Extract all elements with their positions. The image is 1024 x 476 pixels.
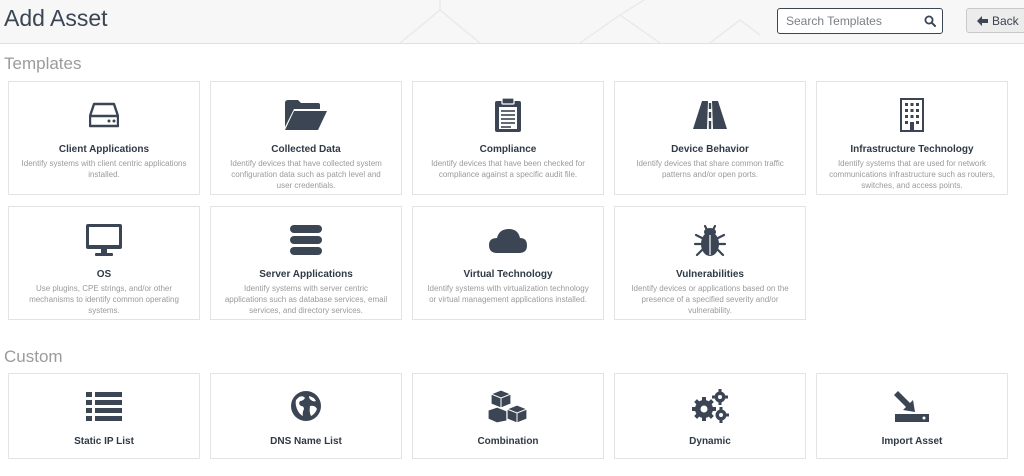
- clipboard-icon: [413, 97, 603, 132]
- card-title: DNS Name List: [270, 436, 342, 447]
- card-title: Virtual Technology: [463, 269, 553, 280]
- card-title: Server Applications: [259, 269, 353, 280]
- card-title: Vulnerabilities: [676, 269, 744, 280]
- card-description: Identify systems that are used for netwo…: [829, 159, 995, 190]
- template-card-compliance[interactable]: Compliance Identify devices that have be…: [412, 81, 604, 195]
- road-icon: [615, 98, 805, 132]
- monitor-icon: [9, 223, 199, 257]
- custom-card-dynamic[interactable]: Dynamic: [614, 373, 806, 459]
- custom-card-import-asset[interactable]: Import Asset: [816, 373, 1008, 459]
- card-description: Identify devices that have been checked …: [431, 159, 585, 179]
- template-card-os[interactable]: OS Use plugins, CPE strings, and/or othe…: [8, 206, 200, 320]
- template-card-server-applications[interactable]: Server Applications Identify systems wit…: [210, 206, 402, 320]
- back-button-label: Back: [992, 13, 1019, 28]
- card-title: Static IP List: [74, 436, 134, 447]
- building-icon: [817, 98, 1007, 132]
- template-card-client-applications[interactable]: Client Applications Identify systems wit…: [8, 81, 200, 195]
- card-description: Identify systems with virtualization tec…: [427, 284, 589, 304]
- card-description: Identify systems with server centric app…: [224, 284, 388, 315]
- card-title: OS: [96, 269, 112, 280]
- arrow-left-icon: [977, 15, 988, 26]
- cubes-icon: [413, 389, 603, 423]
- card-title: Client Applications: [58, 144, 150, 155]
- custom-section-title: Custom: [4, 347, 63, 366]
- custom-card-static-ip-list[interactable]: Static IP List: [8, 373, 200, 459]
- template-card-virtual-technology[interactable]: Virtual Technology Identify systems with…: [412, 206, 604, 320]
- card-title: Combination: [477, 436, 539, 447]
- card-description: Identify devices or applications based o…: [631, 284, 789, 315]
- card-title: Infrastructure Technology: [850, 144, 974, 155]
- cloud-icon: [413, 223, 603, 257]
- page-header: Add Asset Back: [0, 0, 1024, 44]
- card-title: Import Asset: [881, 436, 943, 447]
- server-icon: [211, 223, 401, 257]
- card-title: Device Behavior: [671, 144, 749, 155]
- card-title: Dynamic: [689, 436, 731, 447]
- template-card-device-behavior[interactable]: Device Behavior Identify devices that sh…: [614, 81, 806, 195]
- templates-section-title: Templates: [4, 54, 82, 73]
- globe-icon: [211, 389, 401, 423]
- folder-open-icon: [211, 98, 401, 132]
- back-button[interactable]: Back: [966, 8, 1024, 33]
- card-description: Identify devices that have collected sys…: [230, 159, 382, 190]
- search-icon[interactable]: [924, 15, 936, 27]
- list-icon: [9, 389, 199, 423]
- hdd-icon: [9, 98, 199, 132]
- search-input[interactable]: [786, 14, 916, 28]
- custom-card-combination[interactable]: Combination: [412, 373, 604, 459]
- page-title: Add Asset: [4, 5, 108, 31]
- custom-card-dns-name-list[interactable]: DNS Name List: [210, 373, 402, 459]
- template-card-collected-data[interactable]: Collected Data Identify devices that hav…: [210, 81, 402, 195]
- bug-icon: [615, 223, 805, 257]
- card-title: Collected Data: [271, 144, 341, 155]
- gears-icon: [615, 389, 805, 423]
- header-pattern: [399, 0, 760, 43]
- card-description: Identify systems with client centric app…: [21, 159, 187, 179]
- template-card-vulnerabilities[interactable]: Vulnerabilities Identify devices or appl…: [614, 206, 806, 320]
- import-icon: [817, 389, 1007, 423]
- card-description: Use plugins, CPE strings, and/or other m…: [29, 284, 179, 315]
- search-templates-field[interactable]: [777, 8, 943, 34]
- card-description: Identify devices that share common traff…: [636, 159, 784, 179]
- template-card-infrastructure-technology[interactable]: Infrastructure Technology Identify syste…: [816, 81, 1008, 195]
- card-title: Compliance: [479, 144, 537, 155]
